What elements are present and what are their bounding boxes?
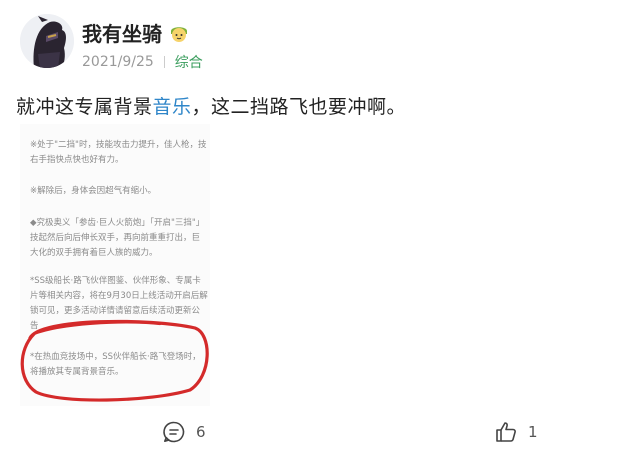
author-name-row: 我有坐骑 (82, 18, 190, 47)
author-avatar[interactable] (20, 14, 74, 68)
post-date: 2021/9/25 (82, 54, 154, 70)
badge-face-icon (168, 22, 190, 44)
like-count: 1 (528, 423, 538, 441)
meta-divider (163, 56, 165, 68)
post-text-after: ，这二挡路飞也要冲啊。 (191, 96, 407, 118)
comment-icon (163, 421, 185, 443)
avatar-ninja-icon (20, 14, 74, 68)
music-link[interactable]: 音乐 (153, 96, 192, 118)
thumbs-up-icon (496, 422, 516, 442)
post-category[interactable]: 综合 (175, 52, 203, 72)
comment-count: 6 (196, 423, 206, 441)
doc-paragraph: *在热血竞技场中，SS伙伴船长·路飞登场时，将播放其专属背景音乐。 (30, 352, 201, 377)
author-name[interactable]: 我有坐骑 (82, 18, 162, 47)
post-text-before: 就冲这专属背景 (16, 96, 153, 118)
doc-paragraph: ◆究极奥义「参齿·巨人火箭炮」「开启"三挡"」技起然后向后伸长双手，再向前重重打… (30, 218, 205, 258)
doc-paragraph: ※处于"二挡"时，技能攻击力提升，佳人枪，技右手指快点快也好有力。 (30, 140, 207, 165)
doc-paragraph: ※解除后，身体会因超气有缩小。 (30, 186, 157, 196)
like-button[interactable]: 1 (494, 420, 538, 444)
doc-paragraph: *SS级船长·路飞伙伴图鉴、伙伴形象、专属卡片等相关内容，将在9月30日上线活动… (30, 276, 208, 331)
post-meta: 2021/9/25 综合 (82, 52, 203, 72)
post-actions: 6 1 (0, 412, 640, 458)
post-body: 就冲这专属背景音乐，这二挡路飞也要冲啊。 (16, 92, 406, 119)
comment-button[interactable]: 6 (162, 420, 206, 444)
attached-image[interactable]: ※处于"二挡"时，技能攻击力提升，佳人枪，技右手指快点快也好有力。 ※解除后，身… (20, 124, 210, 406)
